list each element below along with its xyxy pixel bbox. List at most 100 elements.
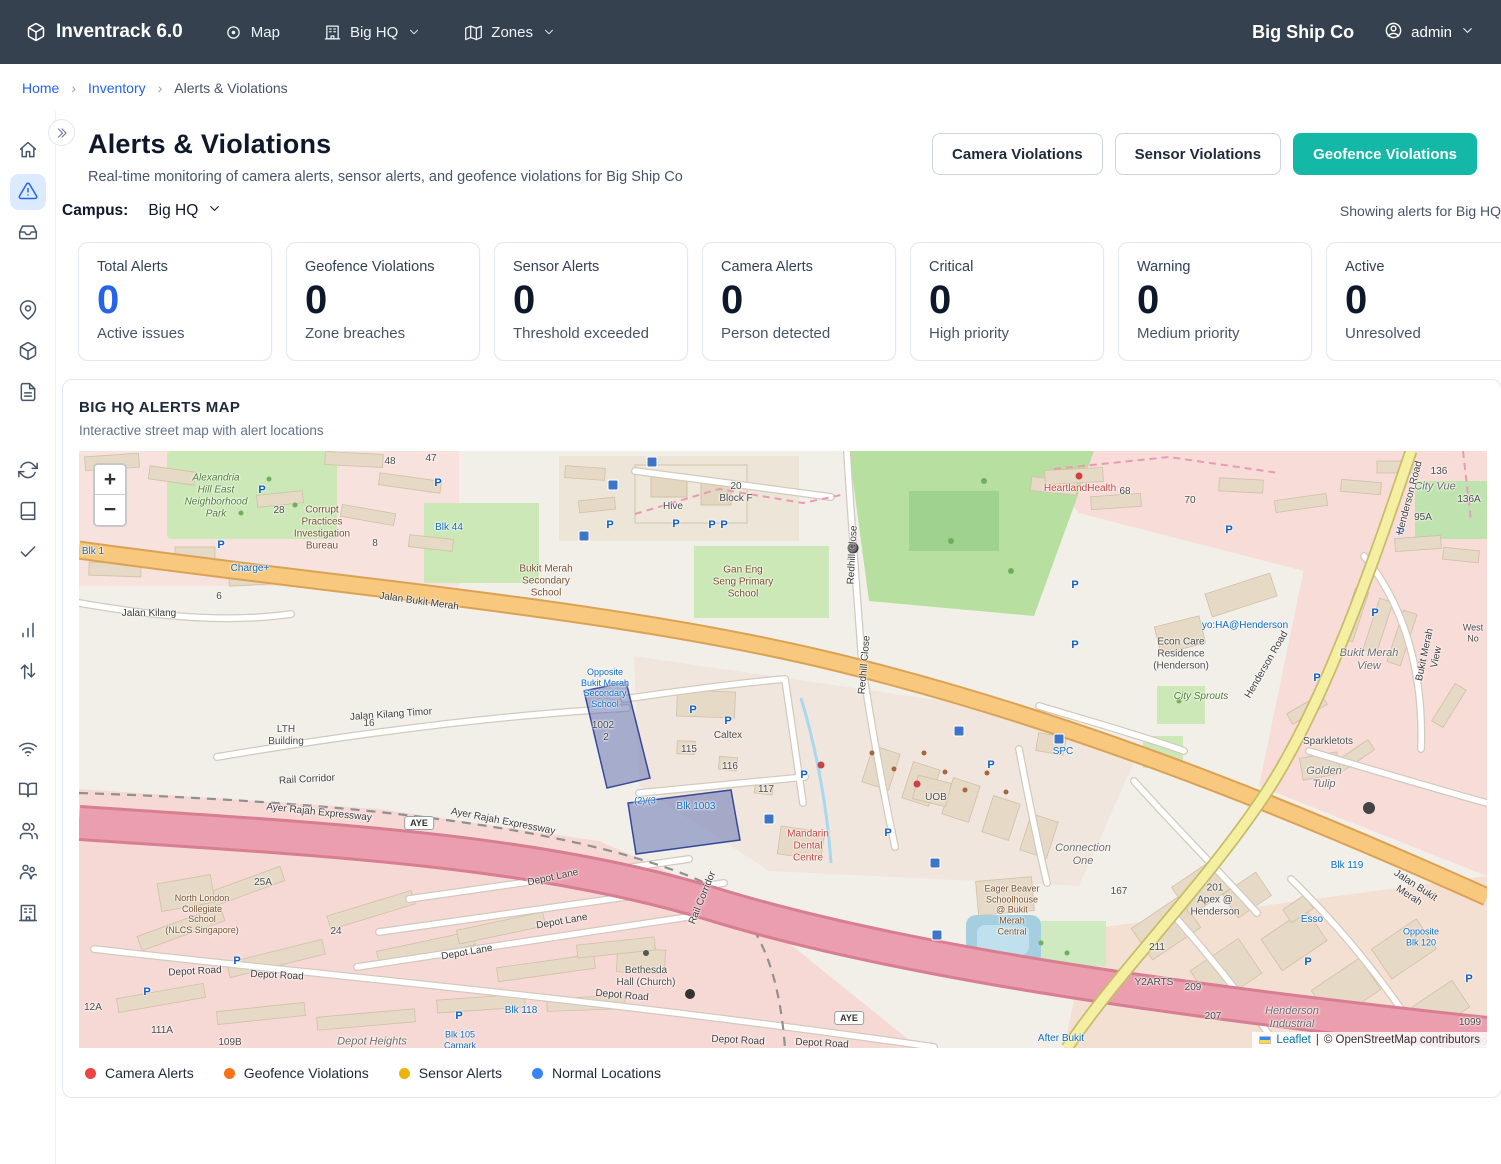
nav-item-label: Map [251,24,280,41]
legend-item-sensor-alerts: Sensor Alerts [399,1065,502,1081]
map-label: Eager Beaver Schoolhouse @ Bukit Merah C… [984,884,1039,937]
map-label: yo:HA@Henderson [1202,620,1288,632]
sidebar-item-users[interactable] [10,814,46,850]
map-label: Sparkletots [1303,736,1353,748]
stats-row: Total Alerts0Active issuesGeofence Viola… [56,221,1501,361]
map-label: Depot Road [168,965,222,980]
campus-select[interactable]: Big HQ [148,201,222,221]
map-label: Blk 118 [505,1005,538,1017]
map-pin-icon [18,300,38,323]
map-label: Jalan Bukit Merah [379,591,460,614]
sidebar-item-user-group[interactable] [10,855,46,891]
map-label: Depot Lane [536,912,589,933]
sidebar-item-refresh[interactable] [10,453,46,489]
stat-label: Active [1345,259,1501,275]
map-label: Y2ARTS [1135,977,1174,989]
page-title: Alerts & Violations [88,129,683,160]
inbox-icon [18,222,38,245]
breadcrumb-item-home[interactable]: Home [22,80,59,96]
app-logo[interactable]: Inventrack 6.0 [26,21,183,43]
map-label: Bukit Merah Secondary School [519,563,572,598]
map-label: 136 [1431,466,1448,478]
sidebar-item-check[interactable] [10,535,46,571]
user-menu[interactable]: admin [1384,21,1475,44]
stat-card-warning: Warning0Medium priority [1118,242,1312,361]
map-label: Depot Lane [441,943,494,964]
sidebar [0,111,56,1164]
zoom-in-button[interactable]: + [95,465,125,495]
map-label: Henderson Road [1395,460,1426,536]
nav-item-zones[interactable]: Zones [465,24,556,41]
map-label: 28 [273,505,284,517]
user-name: admin [1411,24,1452,41]
sidebar-item-package[interactable] [10,334,46,370]
nav-item-label: Zones [491,24,533,41]
sidebar-item-bar-chart[interactable] [10,613,46,649]
chevron-down-icon [542,25,556,39]
stat-subtitle: Zone breaches [305,325,461,342]
page-subtitle: Real-time monitoring of camera alerts, s… [88,169,683,185]
sidebar-item-inbox[interactable] [10,215,46,251]
nav-item-map[interactable]: Map [225,24,280,41]
legend-dot [532,1068,543,1079]
attribution-separator: | [1316,1034,1319,1046]
map-labels-layer: Alexandria Hill East Neighborhood ParkCo… [79,451,1487,1048]
map-label: Blk 105 Carpark [444,1030,476,1049]
sidebar-item-home[interactable] [10,133,46,169]
breadcrumb-item-alerts-violations: Alerts & Violations [174,80,287,96]
stat-value: 0 [97,279,253,322]
sidebar-item-map-pin[interactable] [10,293,46,329]
map-label: Depot Road [250,969,304,984]
check-icon [18,542,38,565]
map-label: Gan Eng Seng Primary School [713,564,774,599]
breadcrumb-item-inventory[interactable]: Inventory [88,80,146,96]
sidebar-item-wifi[interactable] [10,732,46,768]
legend-label: Geofence Violations [244,1065,369,1081]
users-icon [18,821,38,844]
sidebar-item-book[interactable] [10,494,46,530]
company-name: Big Ship Co [1252,22,1354,43]
map-label: 2 [603,732,609,744]
camera-violations-button[interactable]: Camera Violations [932,133,1103,175]
stat-card-camera-alerts: Camera Alerts0Person detected [702,242,896,361]
map-label: Bukit Merah View [1414,626,1449,686]
map-label: 1099 [1459,1017,1481,1029]
map-label: 47 [425,453,436,465]
map-label: Henderson Industrial [1265,1005,1319,1031]
map-label: 136A [1457,494,1480,506]
sensor-violations-button[interactable]: Sensor Violations [1115,133,1281,175]
stat-value: 0 [305,279,461,322]
sidebar-item-building[interactable] [10,896,46,932]
map-card-title: BIG HQ ALERTS MAP [79,399,1485,416]
sidebar-item-alert-triangle[interactable] [10,174,46,210]
map-card-subtitle: Interactive street map with alert locati… [79,423,1485,438]
map-label: HeartlandHealth [1044,483,1116,495]
map-label: Depot Road [711,1034,765,1048]
stat-subtitle: Unresolved [1345,325,1501,342]
alerts-map[interactable]: PPPPPPPPPPPPPPPPPPPPPPPAYEAYE Alexandria… [79,451,1487,1048]
book-open-icon [18,780,38,803]
map-label: Redhill Close [846,525,861,584]
leaflet-link[interactable]: Leaflet [1276,1034,1311,1046]
stat-value: 0 [721,279,877,322]
stat-value: 0 [513,279,669,322]
map-label: City Vue [1414,481,1455,494]
map-label: City Sprouts [1174,691,1228,703]
sidebar-collapse-button[interactable] [48,119,75,146]
map-label: Opposite Blk 120 [1403,927,1439,948]
building-icon [324,24,341,41]
sidebar-item-file-text[interactable] [10,375,46,411]
stat-label: Critical [929,259,1085,275]
map-label: 211 [1149,942,1165,954]
target-icon [225,24,242,41]
chevron-down-icon [207,201,222,221]
arrows-up-down-icon [18,661,38,684]
legend-label: Normal Locations [552,1065,661,1081]
geofence-violations-button[interactable]: Geofence Violations [1293,133,1477,175]
sidebar-item-book-open[interactable] [10,773,46,809]
nav-item-big-hq[interactable]: Big HQ [324,24,421,41]
zoom-out-button[interactable]: − [95,495,125,525]
map-card: BIG HQ ALERTS MAP Interactive street map… [62,379,1501,1098]
map-label: Depot Heights [337,1036,407,1048]
sidebar-item-arrows-up-down[interactable] [10,654,46,690]
